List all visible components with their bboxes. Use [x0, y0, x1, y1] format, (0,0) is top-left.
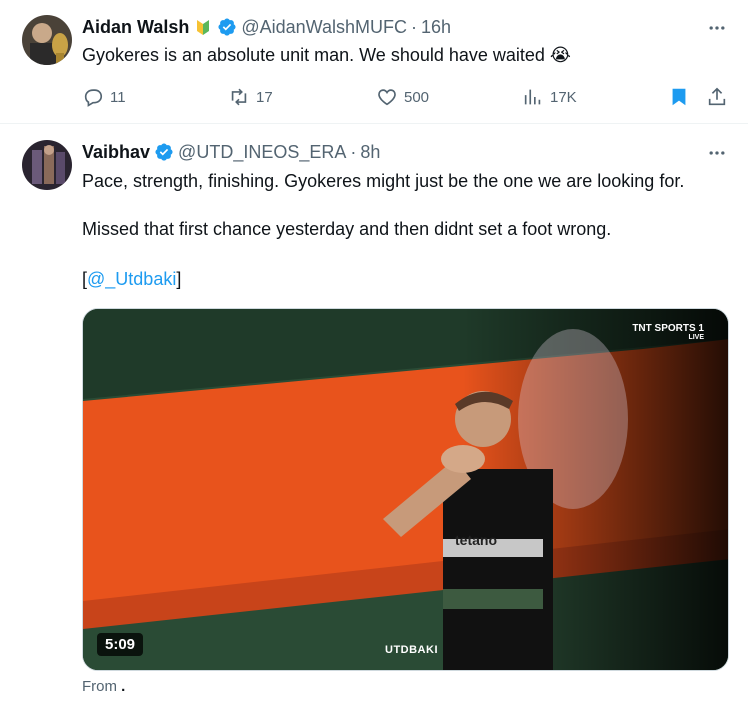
video-watermark: UTDBAKI — [385, 644, 438, 656]
share-button[interactable] — [706, 86, 734, 108]
from-source[interactable]: . — [121, 678, 125, 695]
verified-badge-icon — [154, 142, 174, 162]
author-name[interactable]: Vaibhav — [82, 142, 150, 163]
repost-button[interactable]: 17 — [228, 86, 273, 108]
views-count: 17K — [550, 88, 577, 106]
avatar[interactable] — [22, 140, 72, 190]
heart-icon — [378, 89, 396, 106]
views-button[interactable]: 17K — [522, 86, 577, 108]
shirt-sponsor-text: tetano — [455, 532, 497, 548]
repost-count: 17 — [256, 88, 273, 106]
author-name[interactable]: Aidan Walsh — [82, 17, 189, 38]
tweet-text: Gyokeres is an absolute unit man. We sho… — [82, 45, 571, 65]
tweet-text-paragraph-2: Missed that first chance yesterday and t… — [82, 219, 612, 239]
more-options-icon[interactable] — [706, 17, 728, 39]
tweet-text-paragraph-3: [@_Utdbaki] — [82, 267, 181, 291]
tweet-text-paragraph-1: Pace, strength, finishing. Gyokeres migh… — [82, 171, 685, 191]
bracket-close: ] — [176, 269, 182, 289]
avatar[interactable] — [22, 15, 72, 65]
video-frame: tetano — [83, 309, 728, 670]
broadcaster-name: TNT SPORTS 1 — [632, 323, 704, 334]
repost-icon — [231, 88, 247, 106]
like-button[interactable]: 500 — [376, 86, 429, 108]
video-duration-badge: 5:09 — [97, 633, 144, 656]
broadcaster-logo: TNT SPORTS 1 LIVE — [632, 323, 704, 341]
action-bar: 11 17 500 17K — [82, 86, 732, 110]
share-icon — [708, 87, 726, 106]
bookmark-icon — [672, 88, 686, 106]
from-label: From — [82, 678, 117, 695]
author-handle[interactable]: @UTD_INEOS_ERA — [178, 142, 346, 163]
separator-dot: · — [350, 141, 357, 162]
broadcaster-live: LIVE — [688, 334, 704, 341]
tweet-aidan-walsh[interactable]: Aidan Walsh @AidanWalshMUFC · 16h Gyoker… — [0, 0, 748, 124]
reply-count: 11 — [110, 88, 126, 106]
like-count: 500 — [404, 88, 430, 106]
author-handle[interactable]: @AidanWalshMUFC — [241, 17, 407, 38]
tweet-vaibhav[interactable]: Vaibhav @UTD_INEOS_ERA · 8h Pace, streng… — [0, 125, 748, 705]
video-player[interactable]: tetano TNT SPORTS 1 LIVE 5:09 UTDBAKI — [82, 308, 729, 671]
more-options-icon[interactable] — [706, 142, 728, 164]
timestamp[interactable]: 16h — [421, 17, 451, 38]
views-chart-icon — [524, 89, 541, 105]
beginner-badge-icon — [193, 17, 213, 37]
mention-link[interactable]: @_Utdbaki — [87, 269, 176, 289]
reply-button[interactable]: 11 — [82, 86, 126, 108]
reply-icon — [84, 89, 103, 107]
from-attribution: From . — [82, 678, 125, 695]
verified-badge-icon — [217, 17, 237, 37]
timestamp[interactable]: 8h — [360, 142, 380, 163]
separator-dot: · — [410, 16, 417, 37]
bookmark-button[interactable] — [668, 86, 696, 108]
